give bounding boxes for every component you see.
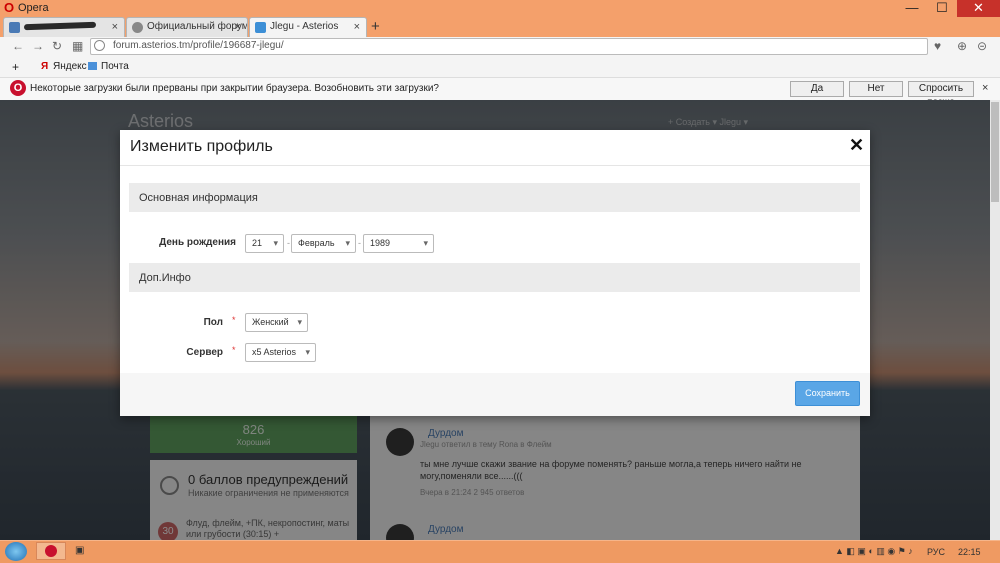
chevron-down-icon: ▾ [297,317,302,327]
tab-close-icon[interactable]: × [235,18,241,36]
download-icon[interactable]: ⊕ [957,39,967,53]
chevron-down-icon: ▾ [423,238,428,248]
tab-official-forum[interactable]: Официальный форум иг × [126,17,248,37]
app-title: Opera [18,2,49,14]
chevron-down-icon: ▾ [305,347,310,357]
mail-icon [88,62,97,70]
window-close-button[interactable]: ✕ [957,0,1000,17]
chevron-down-icon: ▾ [273,238,278,248]
clock[interactable]: 22:15 [958,547,981,557]
reload-icon[interactable]: ↻ [52,39,62,53]
tab-label: Официальный форум иг [147,21,248,32]
tab-label: Jlegu - Asterios [270,21,339,32]
info-message: Некоторые загрузки были прерваны при зак… [30,83,439,94]
site-info-icon[interactable] [94,40,105,51]
infobar-ask-later-button[interactable]: Спросить позже [908,81,974,108]
speed-dial-icon[interactable]: ▦ [72,39,83,53]
section-header-extra [129,263,860,292]
taskbar-app-icon[interactable]: ▣ [75,545,84,556]
server-value: x5 Asterios [252,347,297,357]
back-icon[interactable]: ← [12,39,24,53]
gender-select[interactable]: Женский ▾ [245,313,308,332]
section-title-basic: Основная информация [139,192,258,204]
opera-logo-icon [45,545,57,557]
birthday-day-value: 21 [252,238,263,248]
add-bookmark-button[interactable]: + [12,60,19,74]
bookmarks-bar [0,57,1000,78]
system-tray-icons[interactable]: ▲ ◧ ▣ ◐ ▥ ◉ ⚑ ♪ [835,546,913,557]
birthday-day-select[interactable]: 21 ▾ [245,234,284,253]
date-separator: - [358,238,361,248]
bookmark-heart-icon[interactable]: ♥ [934,39,941,53]
modal-title: Изменить профиль [130,138,273,155]
infobar-yes-button[interactable]: Да [790,81,844,97]
required-marker: * [232,315,236,325]
modal-close-icon[interactable]: ✕ [849,135,864,156]
tab-favicon-icon [9,22,20,33]
opera-logo-icon: O [10,80,26,96]
modal-footer [120,373,870,416]
chevron-down-icon: ▾ [345,238,350,248]
menu-icon[interactable]: ⊝ [977,39,987,53]
required-marker: * [232,345,236,355]
bookmark-yandex[interactable]: Яндекс [53,61,87,72]
gender-label: Пол [203,317,223,328]
forward-icon[interactable]: → [32,39,44,53]
birthday-label: День рождения [159,237,236,248]
bookmark-mail[interactable]: Почта [101,61,129,72]
tab-redacted[interactable]: × [3,17,125,37]
infobar-close-icon[interactable]: × [982,82,988,94]
opera-logo-icon: O [4,0,15,15]
address-text[interactable]: forum.asterios.tm/profile/196687-jlegu/ [113,40,284,51]
title-bar [0,0,1000,17]
tab-redacted-scribble [23,22,97,31]
birthday-year-select[interactable]: 1989 ▾ [363,234,434,253]
section-title-extra: Доп.Инфо [139,272,191,284]
gender-value: Женский [252,317,289,327]
date-separator: - [287,238,290,248]
new-tab-button[interactable]: + [371,18,380,35]
birthday-year-value: 1989 [370,238,391,248]
tab-close-icon[interactable]: × [354,18,360,36]
divider [120,165,870,166]
language-indicator[interactable]: РУС [927,547,945,557]
minimize-button[interactable]: — [897,0,927,17]
yandex-icon: Я [41,61,49,72]
save-button[interactable]: Сохранить [795,381,860,406]
server-select[interactable]: x5 Asterios ▾ [245,343,316,362]
birthday-month-select[interactable]: Февраль ▾ [291,234,356,253]
tab-jlegu-asterios[interactable]: Jlegu - Asterios × [249,17,367,37]
maximize-button[interactable]: ☐ [927,0,957,17]
tab-close-icon[interactable]: × [112,18,118,36]
infobar-no-button[interactable]: Нет [849,81,903,97]
server-label: Сервер [186,347,223,358]
tab-favicon-icon [132,22,143,33]
start-button[interactable] [5,542,27,561]
tab-favicon-icon [255,22,266,33]
scrollbar-thumb[interactable] [991,102,999,202]
birthday-month-value: Февраль [298,238,335,248]
